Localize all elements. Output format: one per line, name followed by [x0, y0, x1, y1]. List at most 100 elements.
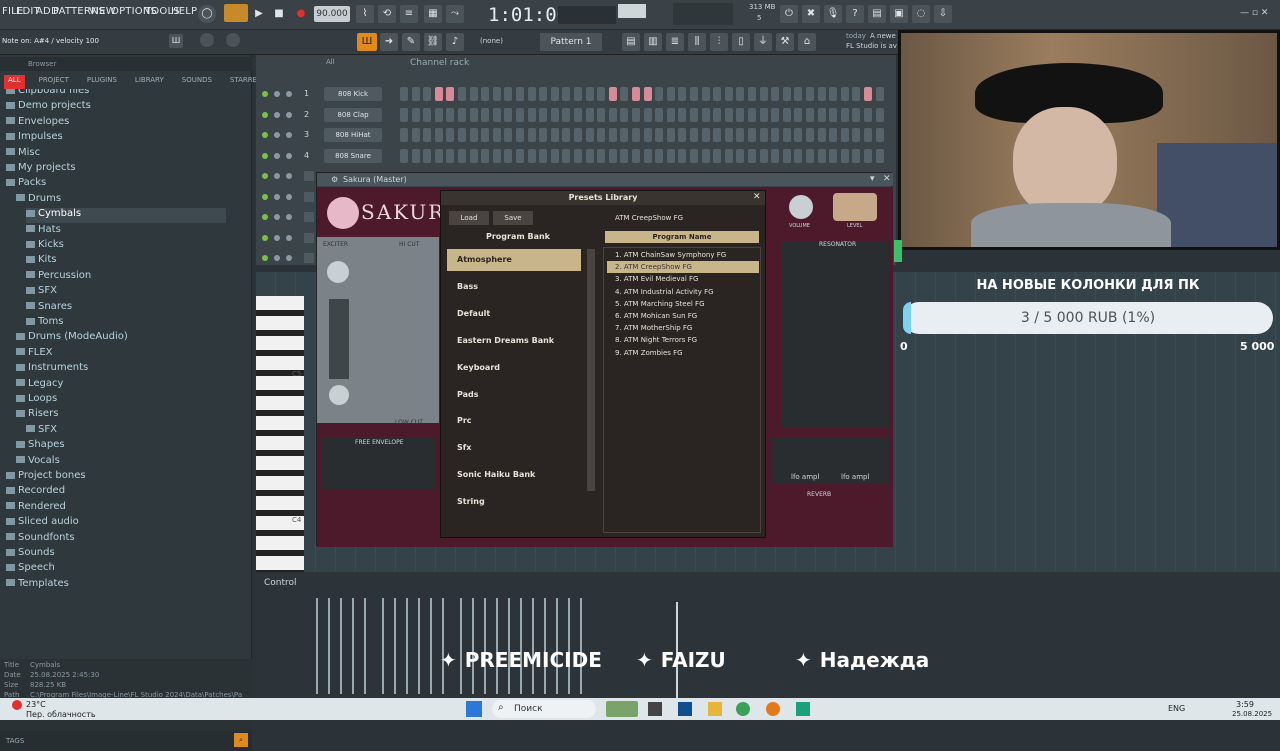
- step-button[interactable]: [690, 128, 698, 142]
- step-button[interactable]: [585, 128, 594, 142]
- velocity-bar[interactable]: [328, 598, 330, 694]
- step-button[interactable]: [643, 148, 652, 163]
- step-button[interactable]: [713, 128, 722, 142]
- step-button[interactable]: [666, 148, 675, 163]
- velocity-bar[interactable]: [394, 598, 396, 694]
- browser-item[interactable]: Drums (ModeAudio): [16, 331, 128, 346]
- step-button[interactable]: [666, 128, 675, 142]
- step-button[interactable]: [539, 87, 548, 101]
- step-button[interactable]: [434, 128, 443, 142]
- channel-control[interactable]: [262, 91, 268, 97]
- news-line1[interactable]: A newe: [870, 32, 896, 40]
- step-button[interactable]: [875, 87, 884, 101]
- exciter-slider[interactable]: [329, 299, 349, 379]
- step-button[interactable]: [597, 128, 606, 142]
- minimize-icon[interactable]: ▾: [870, 174, 875, 184]
- step-button[interactable]: [759, 107, 768, 122]
- step-button[interactable]: [724, 128, 733, 142]
- step-button[interactable]: [423, 87, 432, 101]
- step-button[interactable]: [643, 128, 652, 142]
- step-button[interactable]: [608, 87, 617, 101]
- step-button[interactable]: [562, 107, 571, 122]
- step-button[interactable]: [527, 87, 536, 101]
- step-button[interactable]: [550, 107, 559, 122]
- channel-control[interactable]: [286, 91, 292, 97]
- close-icon[interactable]: ✕: [883, 174, 891, 184]
- channel-control[interactable]: [262, 214, 268, 220]
- step-button[interactable]: [469, 87, 478, 101]
- step-button[interactable]: [701, 148, 710, 163]
- volume-knob[interactable]: [789, 195, 813, 219]
- step-button[interactable]: [794, 128, 803, 142]
- program-item[interactable]: 1. ATM ChainSaw Symphony FG: [607, 249, 759, 261]
- step-button[interactable]: [458, 87, 466, 101]
- lfo-ampl-1[interactable]: lfo ampl: [791, 473, 819, 481]
- step-button[interactable]: [771, 107, 780, 122]
- browser-item[interactable]: Toms: [26, 316, 63, 331]
- program-item[interactable]: 2. ATM CreepShow FG: [607, 261, 759, 274]
- step-button[interactable]: [678, 148, 687, 163]
- stamp-icon[interactable]: ♪: [446, 33, 464, 51]
- help-icon[interactable]: ?: [846, 5, 864, 23]
- step-button[interactable]: [411, 148, 420, 163]
- step-button[interactable]: [620, 107, 629, 122]
- velocity-bar[interactable]: [406, 598, 408, 694]
- step-button[interactable]: [400, 148, 408, 163]
- step-button[interactable]: [748, 107, 756, 122]
- browser-item[interactable]: Cymbals: [26, 208, 226, 224]
- browser-item[interactable]: Kits: [26, 254, 56, 269]
- step-button[interactable]: [585, 107, 594, 122]
- browser-item[interactable]: Sounds: [6, 547, 55, 562]
- channel-control[interactable]: [262, 255, 268, 261]
- bank-item[interactable]: Pads: [447, 384, 581, 406]
- step-button[interactable]: [875, 107, 884, 122]
- weather-text[interactable]: Пер. облачность: [26, 710, 96, 719]
- step-button[interactable]: [458, 128, 466, 142]
- step-button[interactable]: [748, 87, 756, 101]
- mixer-icon[interactable]: ✖: [802, 5, 820, 23]
- channel-control[interactable]: [286, 193, 292, 200]
- step-button[interactable]: [620, 148, 629, 163]
- save-icon[interactable]: ▤: [868, 5, 886, 23]
- step-button[interactable]: [690, 107, 698, 122]
- step-button[interactable]: [690, 148, 698, 163]
- step-button[interactable]: [875, 148, 884, 163]
- stop-button[interactable]: ■: [270, 5, 288, 23]
- browser-item[interactable]: Rendered: [6, 501, 66, 516]
- step-button[interactable]: [864, 87, 872, 101]
- fl-studio-icon[interactable]: [766, 702, 780, 716]
- browser-item[interactable]: Shapes: [16, 439, 65, 454]
- channel-control[interactable]: [262, 132, 268, 138]
- sakura-title[interactable]: Sakura (Master): [317, 173, 893, 186]
- mixer-view-icon[interactable]: ⫼: [688, 33, 706, 51]
- program-item[interactable]: 6. ATM Mohican Sun FG: [607, 310, 759, 322]
- step-button[interactable]: [434, 148, 443, 163]
- velocity-bar[interactable]: [340, 598, 342, 694]
- browser-item[interactable]: Misc: [6, 147, 40, 162]
- step-button[interactable]: [724, 87, 733, 101]
- step-button[interactable]: [771, 128, 780, 142]
- channel-control[interactable]: [262, 173, 268, 179]
- channel-control[interactable]: [274, 234, 280, 241]
- channel-control[interactable]: [262, 152, 268, 159]
- download-icon[interactable]: ⇩: [934, 5, 952, 23]
- step-button[interactable]: [632, 148, 640, 163]
- master-pitch-knob[interactable]: [226, 33, 240, 47]
- arrow-right-icon[interactable]: ➜: [380, 33, 398, 51]
- plug-icon[interactable]: ⏚: [754, 33, 772, 51]
- channel-control[interactable]: [274, 132, 280, 138]
- taskbar-search[interactable]: ⌕ Поиск: [492, 700, 596, 718]
- step-button[interactable]: [504, 128, 513, 142]
- bank-item[interactable]: Sonic Haiku Bank: [447, 464, 581, 486]
- step-button[interactable]: [539, 128, 548, 142]
- step-button[interactable]: [504, 87, 513, 101]
- typing-keyboard-icon[interactable]: Ш: [357, 33, 377, 51]
- tags-label[interactable]: TAGS: [6, 737, 24, 745]
- save-button[interactable]: Save: [493, 211, 533, 225]
- step-button[interactable]: [608, 128, 617, 142]
- channel-control[interactable]: [286, 111, 292, 118]
- step-button[interactable]: [748, 128, 756, 142]
- channel-control[interactable]: [274, 173, 280, 179]
- browser-item[interactable]: Speech: [6, 562, 55, 577]
- news-line2[interactable]: FL Studio is av: [846, 42, 897, 50]
